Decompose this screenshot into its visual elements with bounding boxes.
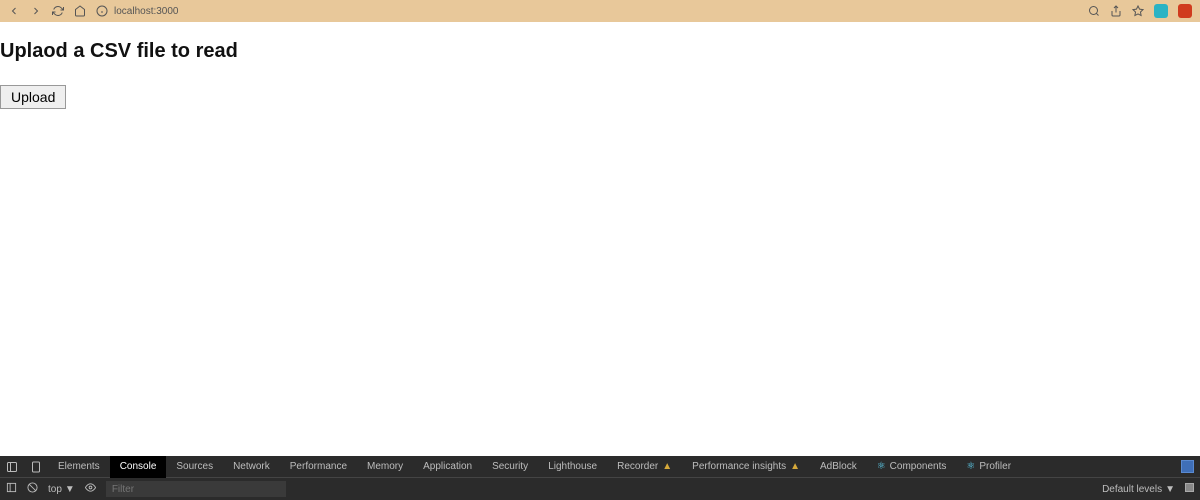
eye-icon[interactable] — [85, 482, 96, 496]
page-heading: Uplaod a CSV file to read — [0, 40, 1200, 63]
clear-console-icon[interactable] — [27, 482, 38, 496]
console-sidebar-toggle-icon[interactable] — [6, 482, 17, 496]
log-levels-dropdown[interactable]: Default levels ▼ — [1102, 484, 1175, 495]
tab-recorder[interactable]: Recorder ▲ — [607, 456, 682, 478]
back-icon[interactable] — [8, 5, 20, 17]
tab-adblock[interactable]: AdBlock — [810, 456, 867, 478]
home-icon[interactable] — [74, 5, 86, 17]
reload-icon[interactable] — [52, 5, 64, 17]
devtools-panel: Elements Console Sources Network Perform… — [0, 456, 1200, 500]
share-icon[interactable] — [1110, 5, 1122, 17]
forward-icon[interactable] — [30, 5, 42, 17]
tab-sources[interactable]: Sources — [166, 456, 223, 478]
tab-application[interactable]: Application — [413, 456, 482, 478]
tab-network[interactable]: Network — [223, 456, 280, 478]
tab-performance-insights[interactable]: Performance insights ▲ — [682, 456, 810, 478]
device-toolbar-icon[interactable] — [24, 461, 48, 473]
devtools-tabs: Elements Console Sources Network Perform… — [0, 456, 1200, 478]
tab-security[interactable]: Security — [482, 456, 538, 478]
tab-console[interactable]: Console — [110, 456, 167, 478]
tab-lighthouse[interactable]: Lighthouse — [538, 456, 607, 478]
opera-icon[interactable] — [1178, 4, 1192, 18]
url-text[interactable]: localhost:3000 — [114, 6, 179, 17]
filter-input[interactable] — [106, 481, 286, 497]
tab-elements[interactable]: Elements — [48, 456, 110, 478]
extension-icon[interactable] — [1154, 4, 1168, 18]
tab-performance[interactable]: Performance — [280, 456, 357, 478]
browser-toolbar: localhost:3000 — [0, 0, 1200, 22]
settings-gear-icon[interactable] — [1185, 483, 1194, 495]
info-icon[interactable] — [96, 5, 108, 17]
tab-profiler[interactable]: ⚛ Profiler — [956, 456, 1021, 478]
zoom-icon[interactable] — [1088, 5, 1100, 17]
tab-components[interactable]: ⚛ Components — [867, 456, 957, 478]
star-icon[interactable] — [1132, 5, 1144, 17]
devtools-settings-icon[interactable] — [1175, 460, 1200, 473]
console-toolbar: top ▼ Default levels ▼ — [0, 478, 1200, 500]
inspect-icon[interactable] — [0, 461, 24, 473]
page-content: Uplaod a CSV file to read Upload — [0, 22, 1200, 456]
upload-button[interactable]: Upload — [0, 85, 66, 109]
tab-memory[interactable]: Memory — [357, 456, 413, 478]
context-selector[interactable]: top ▼ — [48, 484, 75, 495]
